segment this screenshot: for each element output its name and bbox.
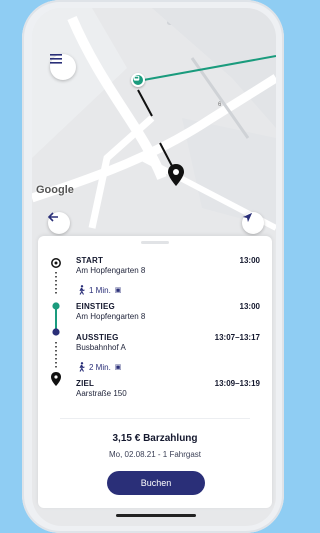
- map-pin-icon[interactable]: [168, 164, 184, 186]
- price-label: 3,15 € Barzahlung: [112, 433, 198, 444]
- road-number-label: 6: [218, 102, 222, 108]
- bus-icon: ▣: [114, 364, 122, 371]
- stop-time: 13:00: [239, 302, 260, 311]
- walk-line: [137, 89, 153, 117]
- stop-address: Am Hopfengarten 8: [76, 266, 146, 275]
- map-view[interactable]: 6 Google: [32, 8, 276, 268]
- stop-boarding: EINSTIEG Am Hopfengarten 8 13:00: [76, 302, 260, 321]
- walk-duration: 2 Min.: [89, 362, 111, 372]
- trip-timeline: [51, 258, 61, 386]
- locate-button[interactable]: [242, 212, 264, 234]
- walk-duration: 1 Min.: [89, 285, 111, 295]
- bus-icon: [133, 75, 140, 81]
- back-button[interactable]: [48, 212, 70, 234]
- arrow-left-icon: [48, 212, 58, 222]
- bus-stop-marker[interactable]: [131, 73, 145, 87]
- map-block: [182, 118, 276, 228]
- google-attribution: Google: [36, 184, 74, 196]
- walk-segment-2: 2 Min. ▣: [78, 362, 121, 372]
- navigation-arrow-icon: [242, 212, 253, 223]
- stop-address: Am Hopfengarten 8: [76, 312, 146, 321]
- stop-alighting: AUSSTIEG Busbahnhof A 13:07–13:17: [76, 333, 260, 352]
- map-pin-icon: [51, 372, 61, 386]
- stop-address: Busbahnhof A: [76, 343, 126, 352]
- book-button[interactable]: Buchen: [107, 471, 205, 495]
- divider: [60, 418, 250, 419]
- trip-date-passengers: Mo, 02.08.21 - 1 Fahrgast: [108, 450, 202, 459]
- alighting-dot: [52, 328, 60, 336]
- walking-person-icon: [79, 285, 85, 295]
- stop-time: 13:09–13:19: [214, 379, 260, 388]
- menu-button[interactable]: [50, 54, 76, 80]
- trip-details-sheet: START Am Hopfengarten 8 13:00 1 Min. ▣ E…: [38, 236, 272, 508]
- stop-destination: ZIEL Aarstraße 150 13:09–13:19: [76, 379, 260, 398]
- stop-start: START Am Hopfengarten 8 13:00: [76, 256, 260, 275]
- sheet-handle[interactable]: [141, 241, 169, 244]
- home-indicator[interactable]: [116, 514, 196, 517]
- walk-segment-1: 1 Min. ▣: [78, 285, 121, 295]
- walking-person-icon: [79, 362, 85, 372]
- bus-icon: ▣: [114, 287, 122, 294]
- stop-title: START: [76, 256, 104, 265]
- app-screen: ▂▄▆ ◠ ▬: [32, 8, 276, 526]
- hamburger-icon: [50, 54, 62, 64]
- stop-time: 13:07–13:17: [214, 333, 260, 342]
- map-canvas: [32, 8, 276, 231]
- stop-title: EINSTIEG: [76, 302, 115, 311]
- stop-time: 13:00: [239, 256, 260, 265]
- stop-address: Aarstraße 150: [76, 389, 127, 398]
